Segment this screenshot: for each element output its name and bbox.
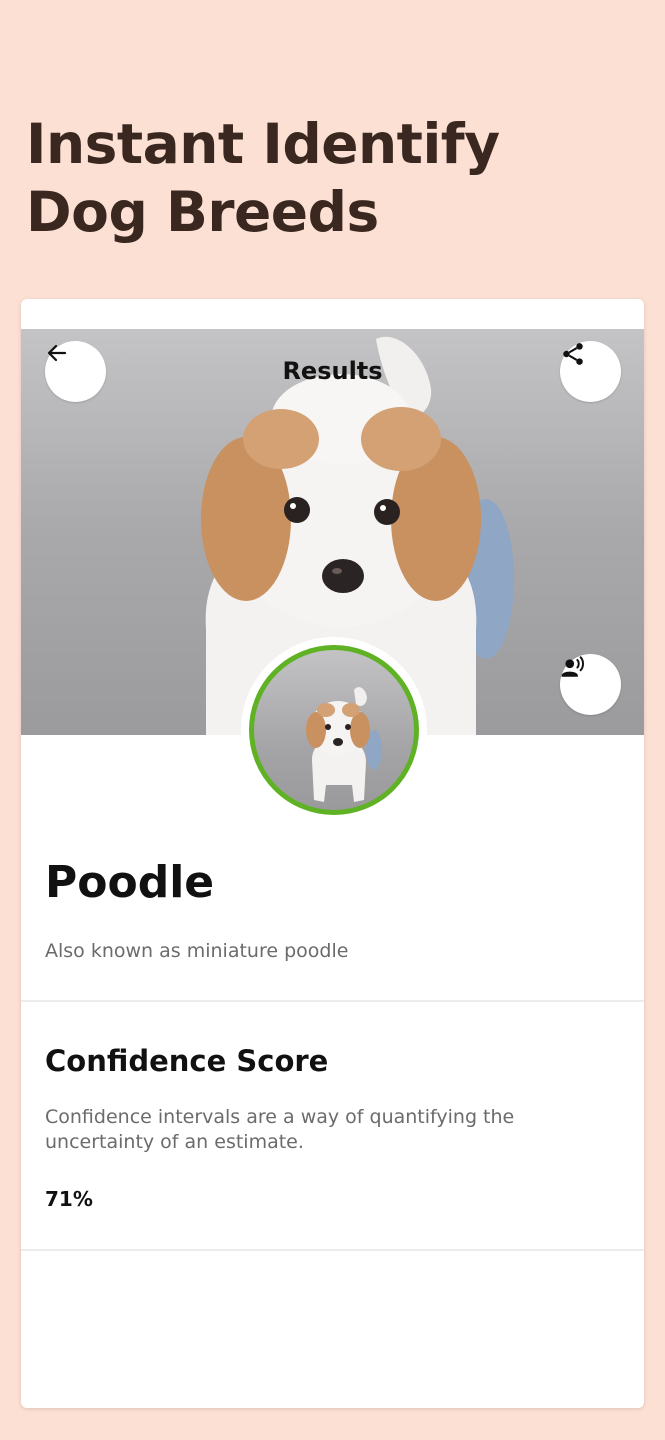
promo-headline: Instant Identify Dog Breeds [26,110,626,246]
headline-line-1: Instant Identify [26,112,500,176]
confidence-title: Confidence Score [45,1044,329,1078]
results-title: Results [282,357,383,385]
speaker-person-icon [561,656,584,677]
dog-thumbnail-ring [241,637,427,823]
speak-button[interactable] [560,654,621,715]
back-button[interactable] [45,341,106,402]
breed-name: Poodle [45,857,215,908]
breed-alias: Also known as miniature poodle [45,940,349,962]
headline-line-2: Dog Breeds [26,180,379,244]
confidence-value: 71% [45,1187,93,1211]
confidence-description: Confidence intervals are a way of quanti… [45,1106,515,1153]
dog-thumbnail [249,645,419,815]
puppy-thumbnail-illustration [306,687,382,802]
share-icon [563,343,583,365]
arrow-left-icon [47,344,67,362]
share-button[interactable] [560,341,621,402]
section-divider [21,1249,644,1251]
section-divider [21,1000,644,1002]
results-card: Results Poodle Also known as miniature p… [21,299,644,1408]
